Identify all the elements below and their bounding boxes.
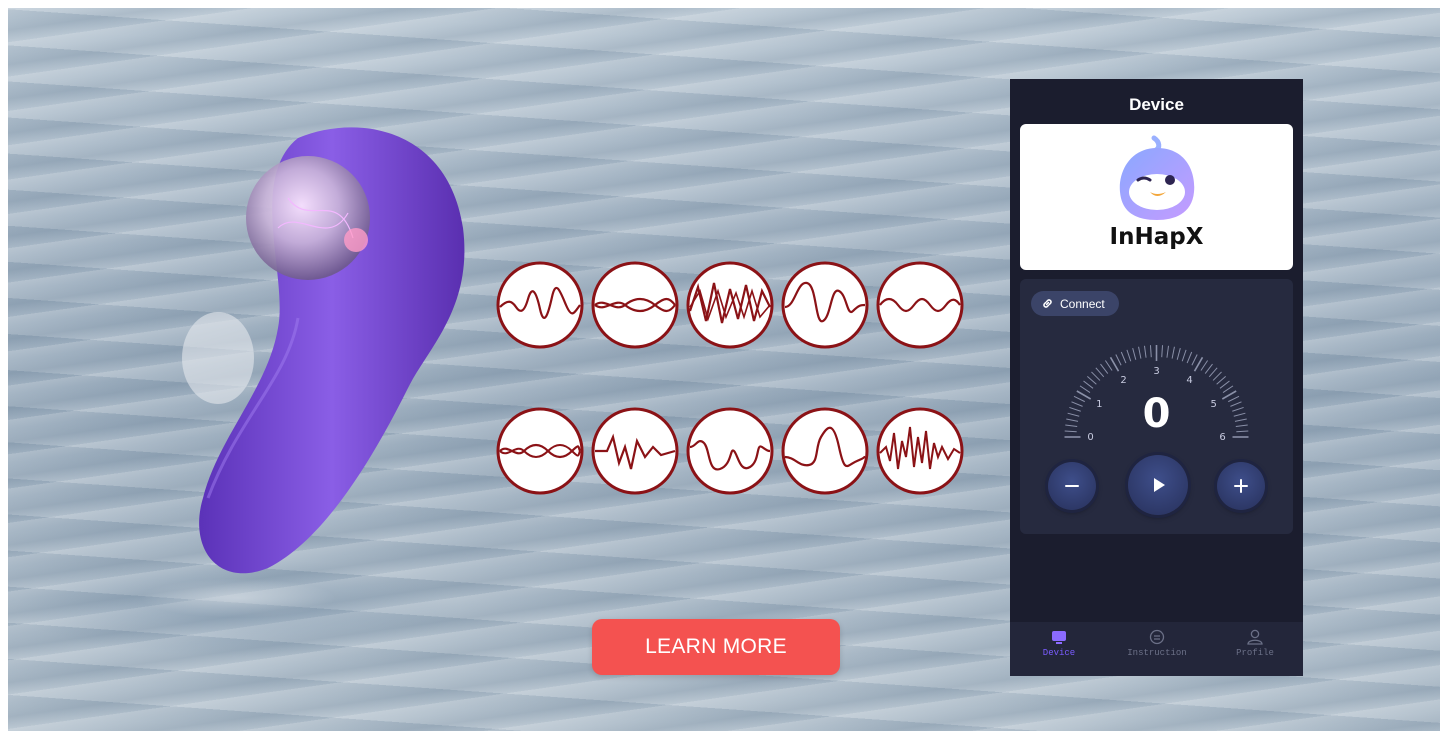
minus-button[interactable] xyxy=(1048,462,1096,510)
dial-tick xyxy=(1120,351,1127,364)
intensity-value: 0 xyxy=(1142,391,1171,437)
minus-icon xyxy=(1065,485,1079,487)
play-icon xyxy=(1154,478,1165,492)
dial-tick xyxy=(1176,348,1181,360)
waveform-pattern-10-icon[interactable] xyxy=(876,407,964,495)
dial-tick xyxy=(1132,348,1137,360)
dial-tick xyxy=(1126,349,1132,362)
dial-tick xyxy=(1212,371,1222,381)
dial-tick xyxy=(1186,351,1193,364)
dial-tick-label: 4 xyxy=(1186,375,1192,386)
dial-tick xyxy=(1204,363,1213,374)
tab-bar: Device Instruction Profile xyxy=(1010,622,1303,676)
dial-tick xyxy=(1143,345,1147,358)
dial-tick xyxy=(1191,354,1198,366)
dial-tick xyxy=(1171,346,1175,359)
connect-label: Connect xyxy=(1060,296,1105,311)
product-image xyxy=(182,127,465,574)
dial-tick xyxy=(1208,367,1218,378)
dial-tick xyxy=(1181,349,1187,362)
plus-button[interactable] xyxy=(1217,462,1265,510)
dial-tick xyxy=(1219,380,1230,389)
dial-tick-label: 2 xyxy=(1120,375,1126,386)
brand-card: InHapX xyxy=(1020,124,1293,270)
waveform-pattern-1-icon[interactable] xyxy=(496,261,584,349)
app-screen: Device InHapX Connect 0 1 2 3 4 5 6 0 De… xyxy=(1010,79,1303,676)
banner: LEARN MORE Device InHapX Connect 0 1 2 3… xyxy=(8,8,1440,731)
dial-tick xyxy=(1115,354,1122,366)
tab-label: Instruction xyxy=(1127,648,1187,658)
tab-profile[interactable]: Profile xyxy=(1206,628,1304,658)
tab-label: Profile xyxy=(1236,648,1274,658)
device-icon xyxy=(1052,631,1066,644)
waveform-pattern-6-icon[interactable] xyxy=(496,407,584,495)
dial-tick xyxy=(1149,345,1152,358)
dial-tick xyxy=(1200,360,1209,371)
waveform-pattern-9-icon[interactable] xyxy=(781,407,869,495)
connect-button[interactable]: Connect xyxy=(1031,291,1119,316)
waveform-pattern-3-icon[interactable] xyxy=(686,261,774,349)
link-icon xyxy=(1043,299,1052,308)
dial-tick xyxy=(1138,346,1142,359)
instruction-icon xyxy=(1149,629,1165,645)
dial-tick xyxy=(1083,380,1094,389)
dial-tick xyxy=(1091,371,1101,381)
dial-tick xyxy=(1104,360,1113,371)
play-button[interactable] xyxy=(1128,455,1188,515)
waveform-pattern-5-icon[interactable] xyxy=(876,261,964,349)
page-title: Device xyxy=(1129,95,1184,114)
learn-more-button[interactable]: LEARN MORE xyxy=(592,619,840,675)
waveform-pattern-2-icon[interactable] xyxy=(591,261,679,349)
profile-icon xyxy=(1247,629,1263,645)
dial-tick xyxy=(1100,363,1109,374)
brand-name: InHapX xyxy=(1109,224,1204,250)
waveform-pattern-8-icon[interactable] xyxy=(686,407,774,495)
penguin-logo-icon xyxy=(1119,135,1195,220)
dial-tick-label: 3 xyxy=(1153,366,1159,377)
tab-device[interactable]: Device xyxy=(1010,628,1108,658)
control-panel: Connect 0123456 0 xyxy=(1020,279,1293,534)
dial-tick xyxy=(1087,375,1097,385)
dial-tick xyxy=(1161,345,1164,358)
dial-tick xyxy=(1166,345,1170,358)
plus-icon xyxy=(1234,479,1248,493)
tab-label: Device xyxy=(1042,648,1076,658)
dial-tick xyxy=(1095,367,1105,378)
waveform-pattern-7-icon[interactable] xyxy=(591,407,679,495)
tab-instruction[interactable]: Instruction xyxy=(1108,628,1206,658)
waveform-pattern-4-icon[interactable] xyxy=(781,261,869,349)
dial-tick xyxy=(1216,375,1226,385)
waveform-grid xyxy=(496,261,966,497)
